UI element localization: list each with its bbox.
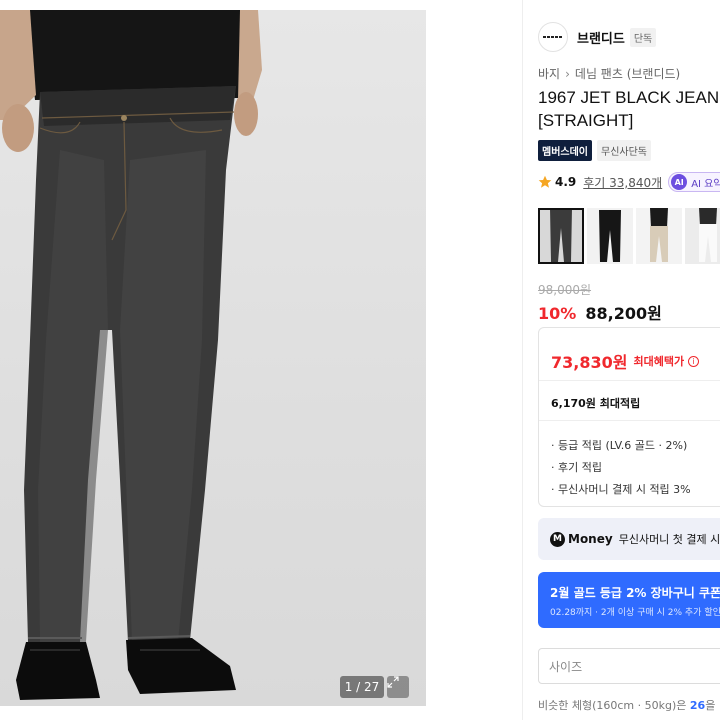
musinsa-money-banner[interactable]: M Money 무신사머니 첫 결제 시 <box>538 518 720 560</box>
similar-fit-suffix: 을 <box>705 699 716 712</box>
expand-button[interactable] <box>387 676 409 698</box>
tag-members-day: 멤버스데이 <box>538 140 592 161</box>
max-benefit-price: 73,830원 <box>551 353 628 372</box>
points-item-money: · 무신사머니 결제 시 적립 3% <box>551 483 691 496</box>
price-row: 10% 88,200원 <box>538 300 662 324</box>
benefit-divider-2 <box>539 420 720 421</box>
money-logo-icon: M <box>550 531 565 547</box>
info-icon[interactable]: i <box>688 355 700 367</box>
breadcrumb: 바지 › 데님 팬츠 (브랜디드) <box>538 65 680 82</box>
similar-fit-count[interactable]: 26 <box>690 699 705 712</box>
benefit-box: 73,830원 최대혜택가 i 6,170원 최대적립 · 등급 적립 (LV.… <box>538 327 720 507</box>
money-word: Money <box>568 532 613 546</box>
discount-rate: 10% <box>538 304 577 323</box>
max-benefit-label: 최대혜택가 <box>633 355 685 368</box>
product-main-image[interactable]: 1 / 27 <box>0 10 426 706</box>
review-count-link[interactable]: 후기 33,840개 <box>583 174 662 191</box>
similar-fit-text: 비슷한 체형(160cm · 50kg)은 26을 <box>538 697 715 713</box>
thumbnail-white[interactable] <box>685 208 720 264</box>
similar-fit-prefix: 비슷한 체형(160cm · 50kg)은 <box>538 699 690 712</box>
exclusive-badge: 단독 <box>629 27 657 47</box>
money-banner-text: 무신사머니 첫 결제 시 <box>618 533 720 546</box>
jeans-photo-illustration <box>0 10 262 700</box>
original-price: 98,000원 <box>538 283 592 297</box>
benefit-divider <box>539 380 720 381</box>
points-item-review: · 후기 적립 <box>551 461 602 474</box>
product-tags: 멤버스데이 무신사단독 <box>538 140 651 161</box>
rating-row: 4.9 후기 33,840개 AI AI 요약 보기 <box>538 172 720 192</box>
ai-summary-label: AI 요약 보기 <box>691 178 720 190</box>
thumbnail-beige[interactable] <box>636 208 682 264</box>
rating-score: 4.9 <box>555 175 577 189</box>
product-title: 1967 JET BLACK JEANS [STRAIGHT] <box>538 88 720 130</box>
points-item-grade: · 등급 적립 (LV.6 골드 · 2%) <box>551 439 688 452</box>
points-breakdown: · 등급 적립 (LV.6 골드 · 2%) · 후기 적립 · 무신사머니 결… <box>551 435 691 501</box>
brand-row[interactable]: 브랜디드 단독 <box>538 22 657 52</box>
color-thumbnails <box>538 208 720 264</box>
coupon-subtitle: 02.28까지 · 2개 이상 구매 시 2% 추가 할인 <box>550 608 720 618</box>
product-info-panel: 브랜디드 단독 바지 › 데님 팬츠 (브랜디드) 1967 JET BLACK… <box>522 0 720 720</box>
star-icon <box>538 175 552 188</box>
breadcrumb-item-pants[interactable]: 바지 <box>538 65 560 82</box>
thumbnail-black[interactable] <box>587 208 633 264</box>
expand-icon <box>387 676 399 688</box>
sale-price: 88,200원 <box>585 304 662 323</box>
max-points: 6,170원 최대적립 <box>551 397 641 410</box>
ai-summary-button[interactable]: AI AI 요약 보기 <box>668 172 720 192</box>
coupon-banner[interactable]: 2월 골드 등급 2% 장바구니 쿠폰 02.28까지 · 2개 이상 구매 시… <box>538 572 720 628</box>
image-counter: 1 / 27 <box>340 676 384 698</box>
coupon-title: 2월 골드 등급 2% 장바구니 쿠폰 <box>550 586 720 600</box>
size-select[interactable]: 사이즈 <box>538 648 720 684</box>
panel-divider <box>522 0 523 720</box>
brand-name[interactable]: 브랜디드 <box>577 28 625 47</box>
thumbnail-jet-black[interactable] <box>538 208 584 264</box>
breadcrumb-item-denim[interactable]: 데님 팬츠 (브랜디드) <box>575 65 680 82</box>
max-benefit-row: 73,830원 최대혜택가 i <box>551 349 700 373</box>
brand-logo-icon <box>538 22 568 52</box>
chevron-right-icon: › <box>565 66 570 81</box>
ai-icon: AI <box>671 174 688 190</box>
tag-musinsa-exclusive: 무신사단독 <box>597 140 651 161</box>
